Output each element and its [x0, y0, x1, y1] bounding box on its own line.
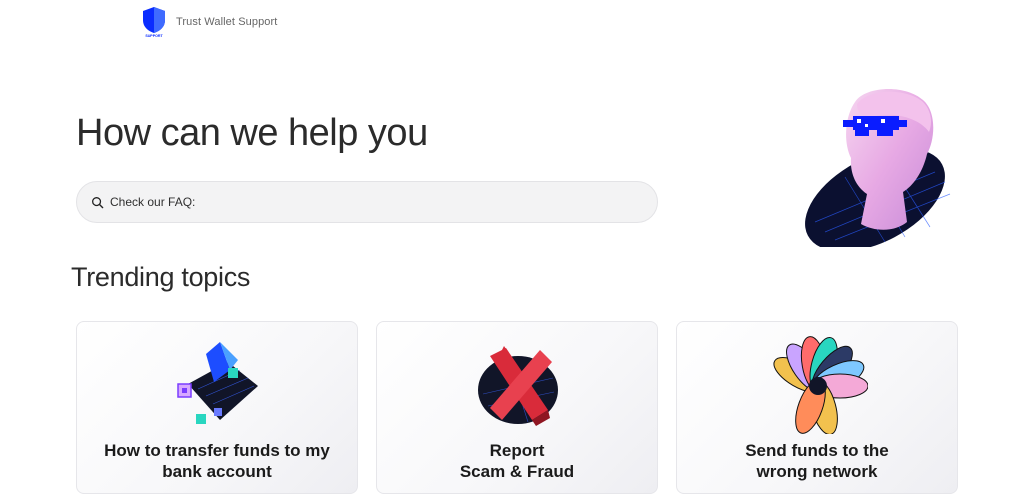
trending-title: Trending topics	[71, 262, 251, 292]
logo-badge-text: SUPPORT	[145, 34, 163, 38]
search-icon	[92, 196, 104, 208]
coins-fan-illustration	[773, 336, 868, 434]
page: SUPPORT Trust Wallet Support How can we …	[0, 0, 1024, 502]
shield-icon: SUPPORT	[143, 7, 165, 38]
topic-card-label: Report Scam & Fraud	[459, 441, 575, 481]
red-x-illustration	[478, 346, 558, 426]
logo-text: Trust Wallet Support	[176, 16, 278, 28]
trending-cards: How to transfer funds to my bank account…	[76, 321, 960, 496]
topic-card-label: How to transfer funds to my bank account	[104, 441, 330, 481]
topic-card-transfer[interactable]: How to transfer funds to my bank account	[76, 321, 358, 494]
statue-head-illustration	[805, 88, 951, 247]
topic-card-scam-fraud[interactable]: Report Scam & Fraud	[376, 321, 658, 494]
page-title: How can we help you	[76, 112, 428, 154]
search-input[interactable]	[110, 182, 643, 222]
logo-link[interactable]: SUPPORT Trust Wallet Support	[140, 6, 277, 38]
topic-card-wrong-network[interactable]: Send funds to the wrong network	[676, 321, 958, 494]
search-bar[interactable]	[76, 181, 658, 223]
wallet-cards-illustration	[177, 342, 258, 424]
topic-card-label: Send funds to the wrong network	[745, 441, 889, 481]
